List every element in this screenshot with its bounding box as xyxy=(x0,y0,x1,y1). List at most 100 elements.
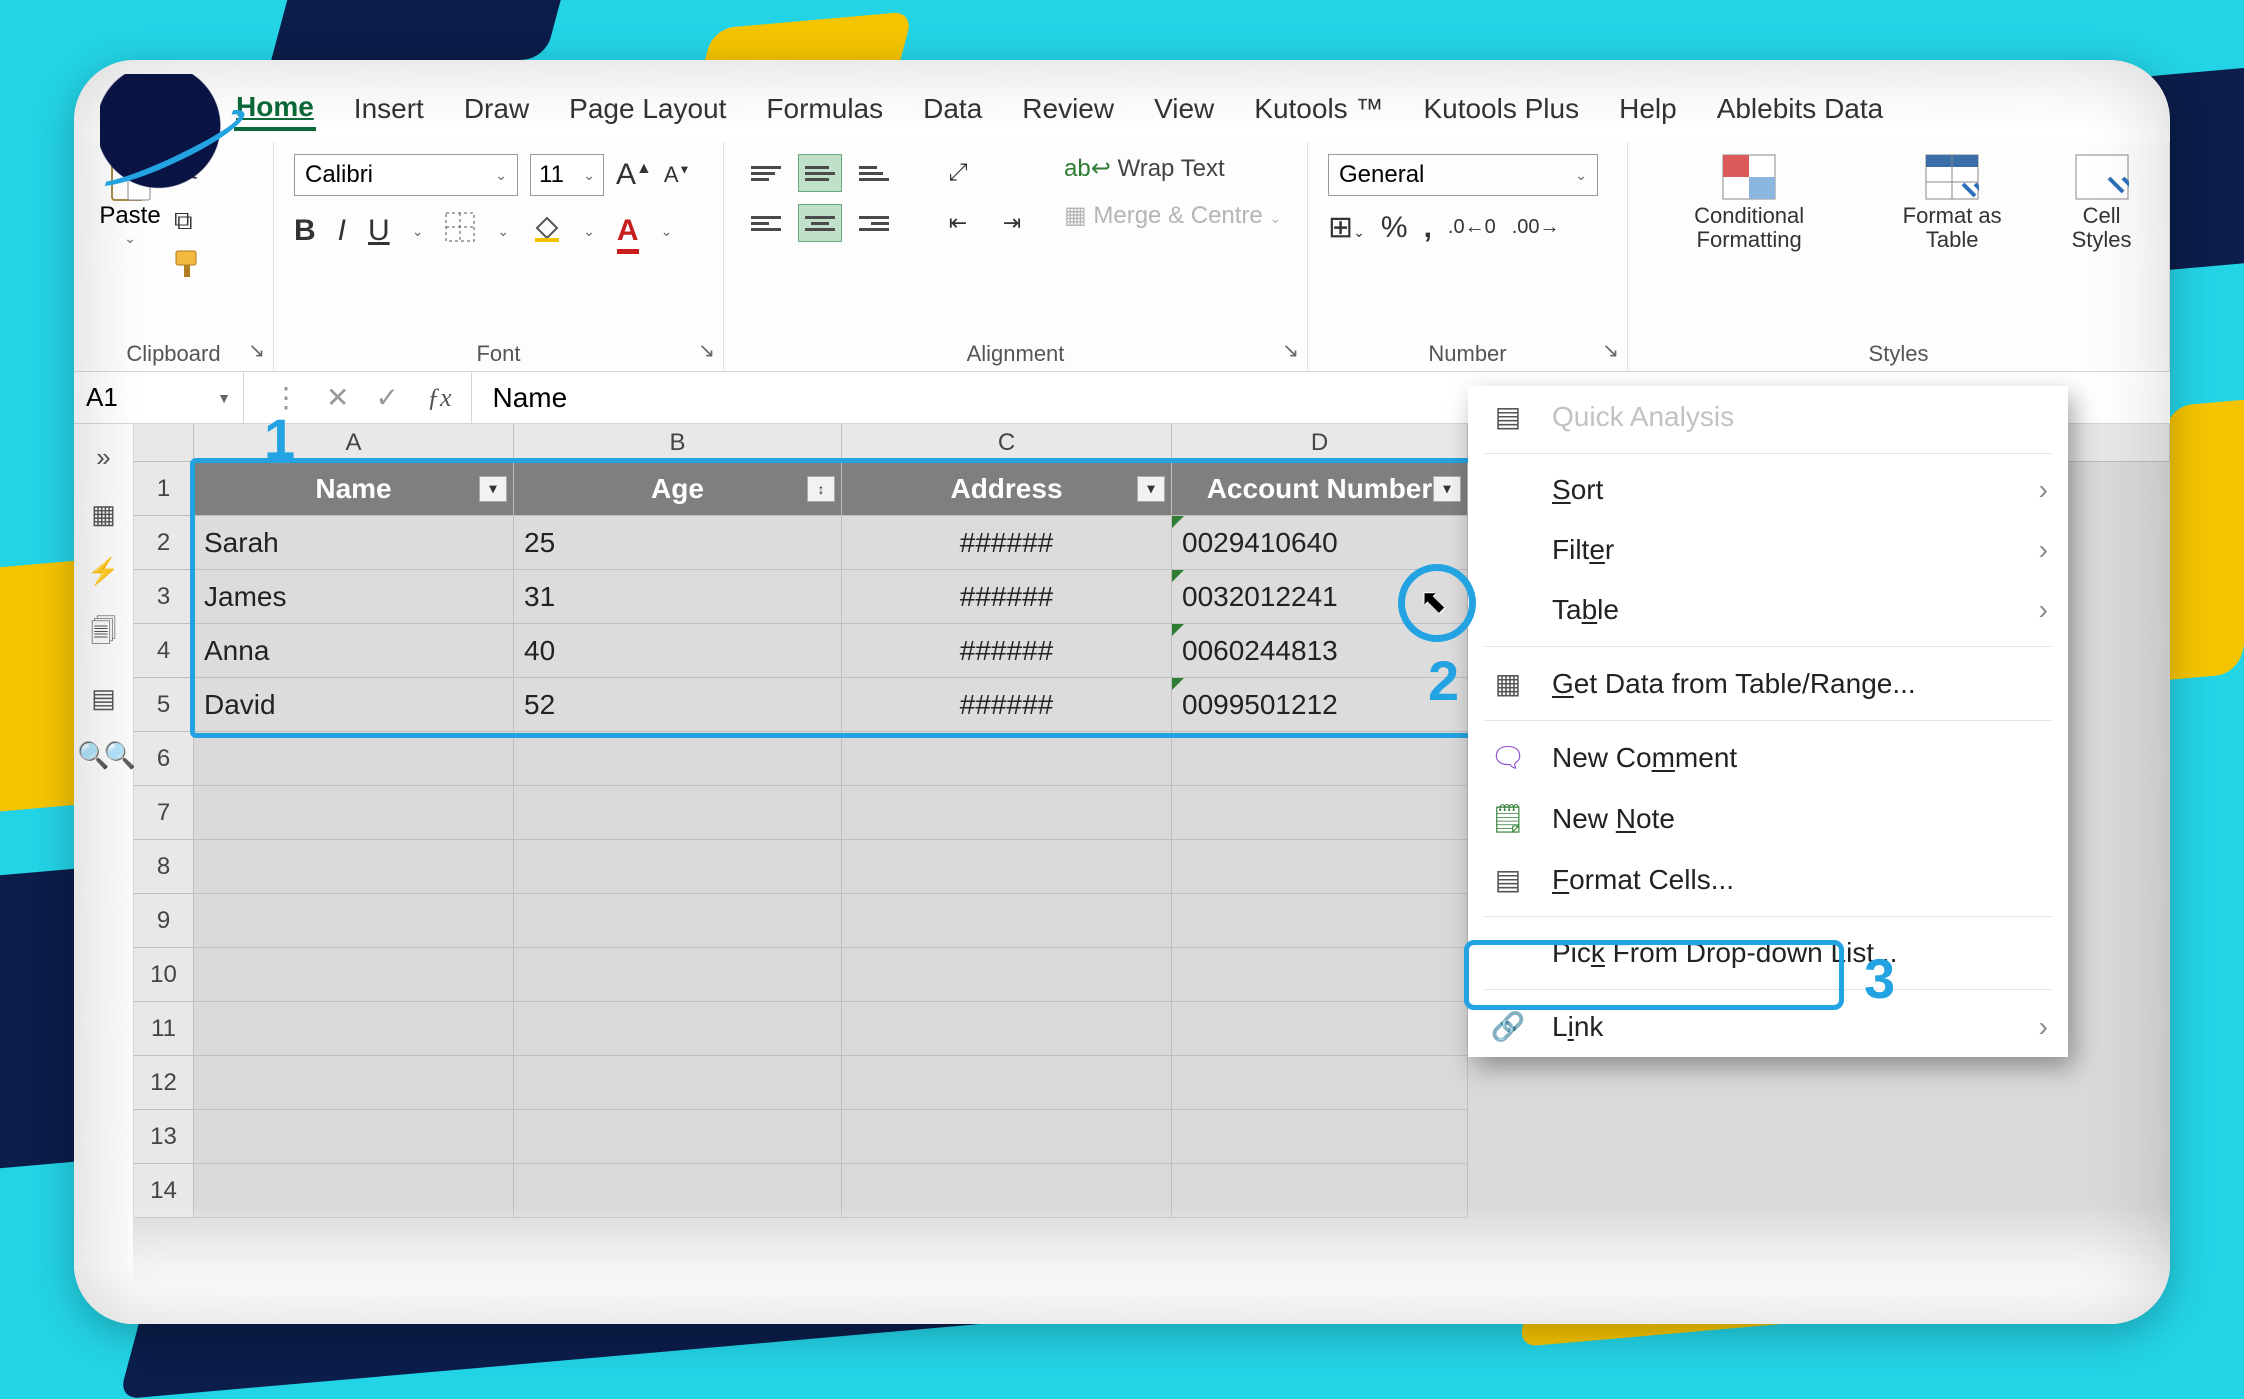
cell[interactable] xyxy=(1172,1002,1468,1056)
align-top-icon[interactable] xyxy=(744,154,788,192)
rail-icon[interactable]: ⚡ xyxy=(87,556,119,587)
expand-rail-icon[interactable]: » xyxy=(96,442,110,473)
row-header[interactable]: 13 xyxy=(134,1110,194,1164)
cell[interactable]: Age↕ xyxy=(514,462,842,516)
increase-decimal-icon[interactable]: .0←0 xyxy=(1448,216,1496,239)
ctx-pick-list[interactable]: Pick From Drop-down List... xyxy=(1468,923,2068,983)
fx-icon[interactable]: ƒx xyxy=(427,383,472,413)
tab-data[interactable]: Data xyxy=(921,89,984,129)
cell[interactable] xyxy=(194,948,514,1002)
tab-draw[interactable]: Draw xyxy=(462,89,531,129)
cell[interactable]: Name▾ xyxy=(194,462,514,516)
row-header[interactable]: 1 xyxy=(134,462,194,516)
cell[interactable] xyxy=(194,1002,514,1056)
rail-icon[interactable]: ▦ xyxy=(91,499,116,530)
copy-icon[interactable]: ⧉ xyxy=(174,205,208,237)
cell[interactable] xyxy=(842,1056,1172,1110)
dialog-launcher-icon[interactable]: ↘ xyxy=(1602,338,1619,363)
cell[interactable] xyxy=(514,1164,842,1218)
comma-icon[interactable]: , xyxy=(1424,211,1432,245)
cell[interactable]: David xyxy=(194,678,514,732)
cell[interactable] xyxy=(514,840,842,894)
rail-icon[interactable]: ▤ xyxy=(91,683,116,714)
cell[interactable]: Anna xyxy=(194,624,514,678)
cell[interactable]: ###### xyxy=(842,516,1172,570)
orientation-icon[interactable]: ⤢ xyxy=(936,154,980,192)
cell[interactable] xyxy=(194,732,514,786)
cell[interactable]: Address▾ xyxy=(842,462,1172,516)
filter-button-icon[interactable]: ▾ xyxy=(1433,476,1461,502)
tab-insert[interactable]: Insert xyxy=(352,89,426,129)
enter-icon[interactable]: ✓ xyxy=(375,381,398,414)
number-format-select[interactable]: General⌄ xyxy=(1328,154,1598,196)
bold-button[interactable]: B xyxy=(294,214,316,248)
decrease-font-icon[interactable]: A▼ xyxy=(664,162,691,188)
format-as-table-button[interactable]: Format as Table xyxy=(1880,154,2024,335)
column-header[interactable]: C xyxy=(842,424,1172,462)
decrease-decimal-icon[interactable]: .00→ xyxy=(1512,216,1560,239)
tab-view[interactable]: View xyxy=(1152,89,1216,129)
cancel-icon[interactable]: ✕ xyxy=(326,381,349,414)
row-header[interactable]: 10 xyxy=(134,948,194,1002)
row-header[interactable]: 3 xyxy=(134,570,194,624)
tab-kutools-plus[interactable]: Kutools Plus xyxy=(1421,89,1581,129)
italic-button[interactable]: I xyxy=(338,214,346,248)
cell[interactable] xyxy=(194,894,514,948)
cell[interactable] xyxy=(194,1056,514,1110)
cell[interactable] xyxy=(842,1110,1172,1164)
tab-review[interactable]: Review xyxy=(1020,89,1116,129)
tab-ablebits-data[interactable]: Ablebits Data xyxy=(1715,89,1886,129)
cell[interactable] xyxy=(514,732,842,786)
tab-help[interactable]: Help xyxy=(1617,89,1679,129)
filter-button-icon[interactable]: ▾ xyxy=(1137,476,1165,502)
cell[interactable] xyxy=(842,1002,1172,1056)
cell[interactable] xyxy=(842,1164,1172,1218)
cell[interactable]: 0029410640 xyxy=(1172,516,1468,570)
cell[interactable]: 0099501212 xyxy=(1172,678,1468,732)
dialog-launcher-icon[interactable]: ↘ xyxy=(1282,338,1299,363)
cell[interactable] xyxy=(194,1164,514,1218)
tab-page-layout[interactable]: Page Layout xyxy=(567,89,728,129)
select-all-corner[interactable] xyxy=(134,424,194,462)
tab-formulas[interactable]: Formulas xyxy=(764,89,885,129)
cell[interactable] xyxy=(1172,894,1468,948)
align-left-icon[interactable] xyxy=(744,204,788,242)
merge-centre-button[interactable]: ▦ Merge & Centre ⌄ xyxy=(1064,201,1281,230)
row-header[interactable]: 11 xyxy=(134,1002,194,1056)
rail-find-icon[interactable]: 🔍🔍 xyxy=(77,740,130,771)
wrap-text-button[interactable]: ab↩ Wrap Text xyxy=(1064,154,1281,183)
ctx-new-note[interactable]: 🗒New Note xyxy=(1468,788,2068,849)
format-painter-icon[interactable] xyxy=(174,249,208,287)
cell[interactable]: Sarah xyxy=(194,516,514,570)
cell[interactable]: 31 xyxy=(514,570,842,624)
ctx-format-cells[interactable]: ▤Format Cells... xyxy=(1468,849,2068,910)
column-header[interactable]: A xyxy=(194,424,514,462)
ctx-link[interactable]: 🔗Link› xyxy=(1468,996,2068,1057)
cell[interactable] xyxy=(842,894,1172,948)
font-color-icon[interactable]: A xyxy=(617,214,639,248)
cell[interactable] xyxy=(1172,1056,1468,1110)
cell[interactable] xyxy=(1172,732,1468,786)
cell[interactable] xyxy=(514,1002,842,1056)
cell[interactable] xyxy=(842,948,1172,1002)
row-header[interactable]: 12 xyxy=(134,1056,194,1110)
align-center-icon[interactable] xyxy=(798,204,842,242)
font-size-select[interactable]: 11⌄ xyxy=(530,154,604,196)
error-indicator-icon[interactable] xyxy=(1172,678,1184,690)
name-box[interactable]: A1▼ xyxy=(74,372,244,423)
conditional-formatting-button[interactable]: Conditional Formatting xyxy=(1648,154,1850,335)
cell[interactable] xyxy=(842,786,1172,840)
cell[interactable] xyxy=(842,840,1172,894)
dialog-launcher-icon[interactable]: ↘ xyxy=(248,338,265,363)
cell[interactable] xyxy=(1172,1110,1468,1164)
cell[interactable] xyxy=(514,1056,842,1110)
cell[interactable]: James xyxy=(194,570,514,624)
ctx-table[interactable]: Table› xyxy=(1468,580,2068,640)
cell[interactable] xyxy=(1172,840,1468,894)
cell[interactable] xyxy=(514,894,842,948)
percent-icon[interactable]: % xyxy=(1381,211,1408,245)
ctx-sort[interactable]: Sort› xyxy=(1468,460,2068,520)
row-header[interactable]: 4 xyxy=(134,624,194,678)
row-header[interactable]: 14 xyxy=(134,1164,194,1218)
row-header[interactable]: 5 xyxy=(134,678,194,732)
